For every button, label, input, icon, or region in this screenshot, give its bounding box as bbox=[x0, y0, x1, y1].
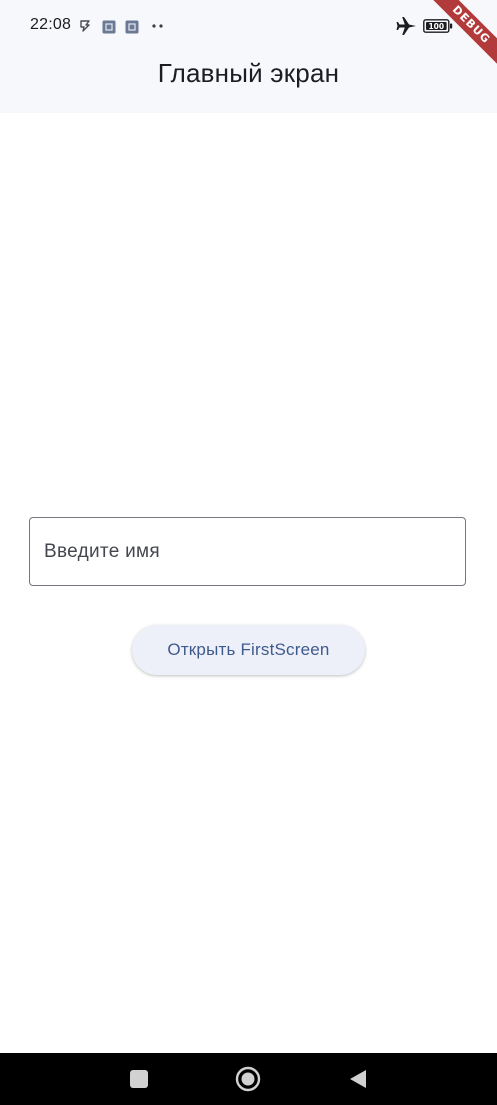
usb-icon bbox=[80, 20, 90, 32]
navigation-bar bbox=[0, 1053, 497, 1105]
recents-square-icon[interactable] bbox=[127, 1067, 151, 1091]
debug-banner: DEBUG bbox=[417, 0, 497, 80]
notification-icon bbox=[102, 20, 116, 34]
airplane-mode-icon bbox=[396, 17, 416, 35]
back-triangle-icon[interactable] bbox=[346, 1067, 370, 1091]
name-field[interactable] bbox=[29, 517, 466, 586]
status-time: 22:08 bbox=[30, 16, 72, 33]
name-input[interactable] bbox=[30, 518, 465, 585]
open-first-screen-button[interactable]: Открыть FirstScreen bbox=[132, 625, 365, 675]
notification-icon bbox=[125, 20, 139, 34]
home-circle-icon[interactable] bbox=[235, 1066, 261, 1092]
more-dots-icon bbox=[152, 24, 163, 28]
debug-banner-label: DEBUG bbox=[425, 0, 497, 71]
